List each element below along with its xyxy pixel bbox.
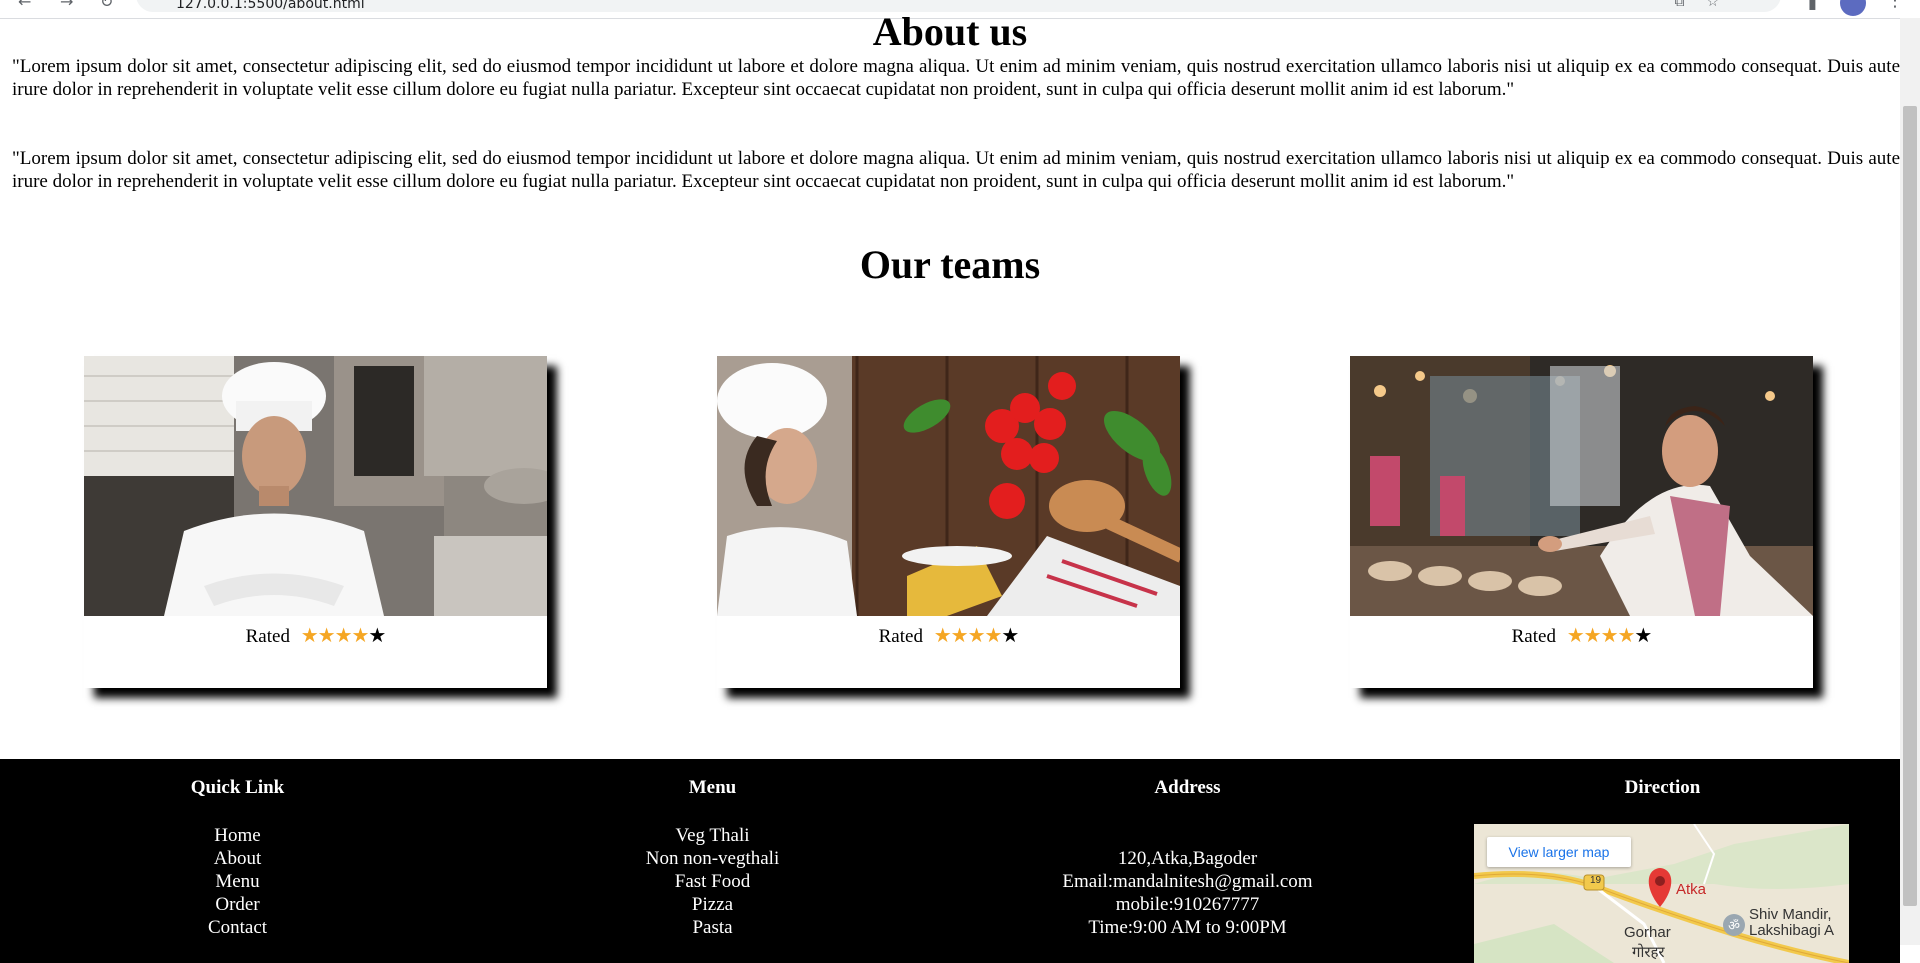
- team-card-2: Rated ★★★★★: [717, 356, 1180, 688]
- road-label: 19: [1590, 875, 1602, 886]
- map-place-label: Atka: [1676, 881, 1707, 898]
- mobile-line: mobile:910267777: [1115, 894, 1260, 915]
- address-title: Address: [1154, 777, 1221, 798]
- chef-photo-3: [1350, 356, 1813, 616]
- quick-link-title: Quick Link: [190, 777, 285, 798]
- star-rating-icon: ★★★★★: [300, 623, 387, 647]
- star-rating-icon: ★★★★★: [933, 623, 1020, 647]
- footer-link-home[interactable]: Home: [0, 824, 475, 847]
- footer-link-order[interactable]: Order: [0, 893, 475, 916]
- direction-title: Direction: [1624, 777, 1701, 798]
- page-scrollbar[interactable]: [1900, 18, 1920, 945]
- footer-link-menu[interactable]: Menu: [0, 870, 475, 893]
- chef-photo-1: [84, 356, 547, 616]
- embedded-map[interactable]: ॐ View larger map 19 Atka Shiv Mandir, L…: [1474, 824, 1849, 963]
- svg-text:ॐ: ॐ: [1728, 919, 1740, 934]
- chef-photo-2: [717, 356, 1180, 616]
- team-card-1: Rated ★★★★★: [84, 356, 547, 688]
- about-paragraph-1: "Lorem ipsum dolor sit amet, consectetur…: [12, 56, 1900, 100]
- menu-title: Menu: [688, 777, 737, 798]
- menu-item[interactable]: Veg Thali: [475, 824, 950, 847]
- scrollbar-thumb[interactable]: [1903, 106, 1917, 906]
- menu-item[interactable]: Pasta: [475, 916, 950, 939]
- about-paragraph-2: "Lorem ipsum dolor sit amet, consectetur…: [12, 148, 1900, 192]
- footer-link-about[interactable]: About: [0, 847, 475, 870]
- rating-row: Rated ★★★★★: [1350, 616, 1813, 668]
- rated-label: Rated: [878, 626, 923, 647]
- map-poi-label: Shiv Mandir, Lakshibagi A: [1749, 906, 1835, 939]
- map-town-hindi-label: गोरहर: [1632, 944, 1665, 961]
- star-rating-icon: ★★★★★: [1566, 623, 1653, 647]
- menu-item[interactable]: Pizza: [475, 893, 950, 916]
- site-footer: Quick Link Home About Menu Order Contact…: [0, 759, 1900, 963]
- view-larger-map-button[interactable]: View larger map: [1487, 837, 1631, 867]
- rating-row: Rated ★★★★★: [84, 616, 547, 668]
- about-title: About us: [872, 9, 1028, 54]
- rating-row: Rated ★★★★★: [717, 616, 1180, 668]
- hours-line: Time:9:00 AM to 9:00PM: [1088, 917, 1287, 938]
- map-town-label: Gorhar: [1624, 924, 1671, 941]
- team-card-3: Rated ★★★★★: [1350, 356, 1813, 688]
- menu-item[interactable]: Fast Food: [475, 870, 950, 893]
- menu-item[interactable]: Non non-vegthali: [475, 847, 950, 870]
- footer-link-contact[interactable]: Contact: [0, 916, 475, 939]
- rated-label: Rated: [1511, 626, 1556, 647]
- teams-title: Our teams: [859, 242, 1041, 287]
- address-line: 120,Atka,Bagoder: [1117, 848, 1258, 869]
- email-line: Email:mandalnitesh@gmail.com: [1062, 871, 1313, 892]
- rated-label: Rated: [245, 626, 290, 647]
